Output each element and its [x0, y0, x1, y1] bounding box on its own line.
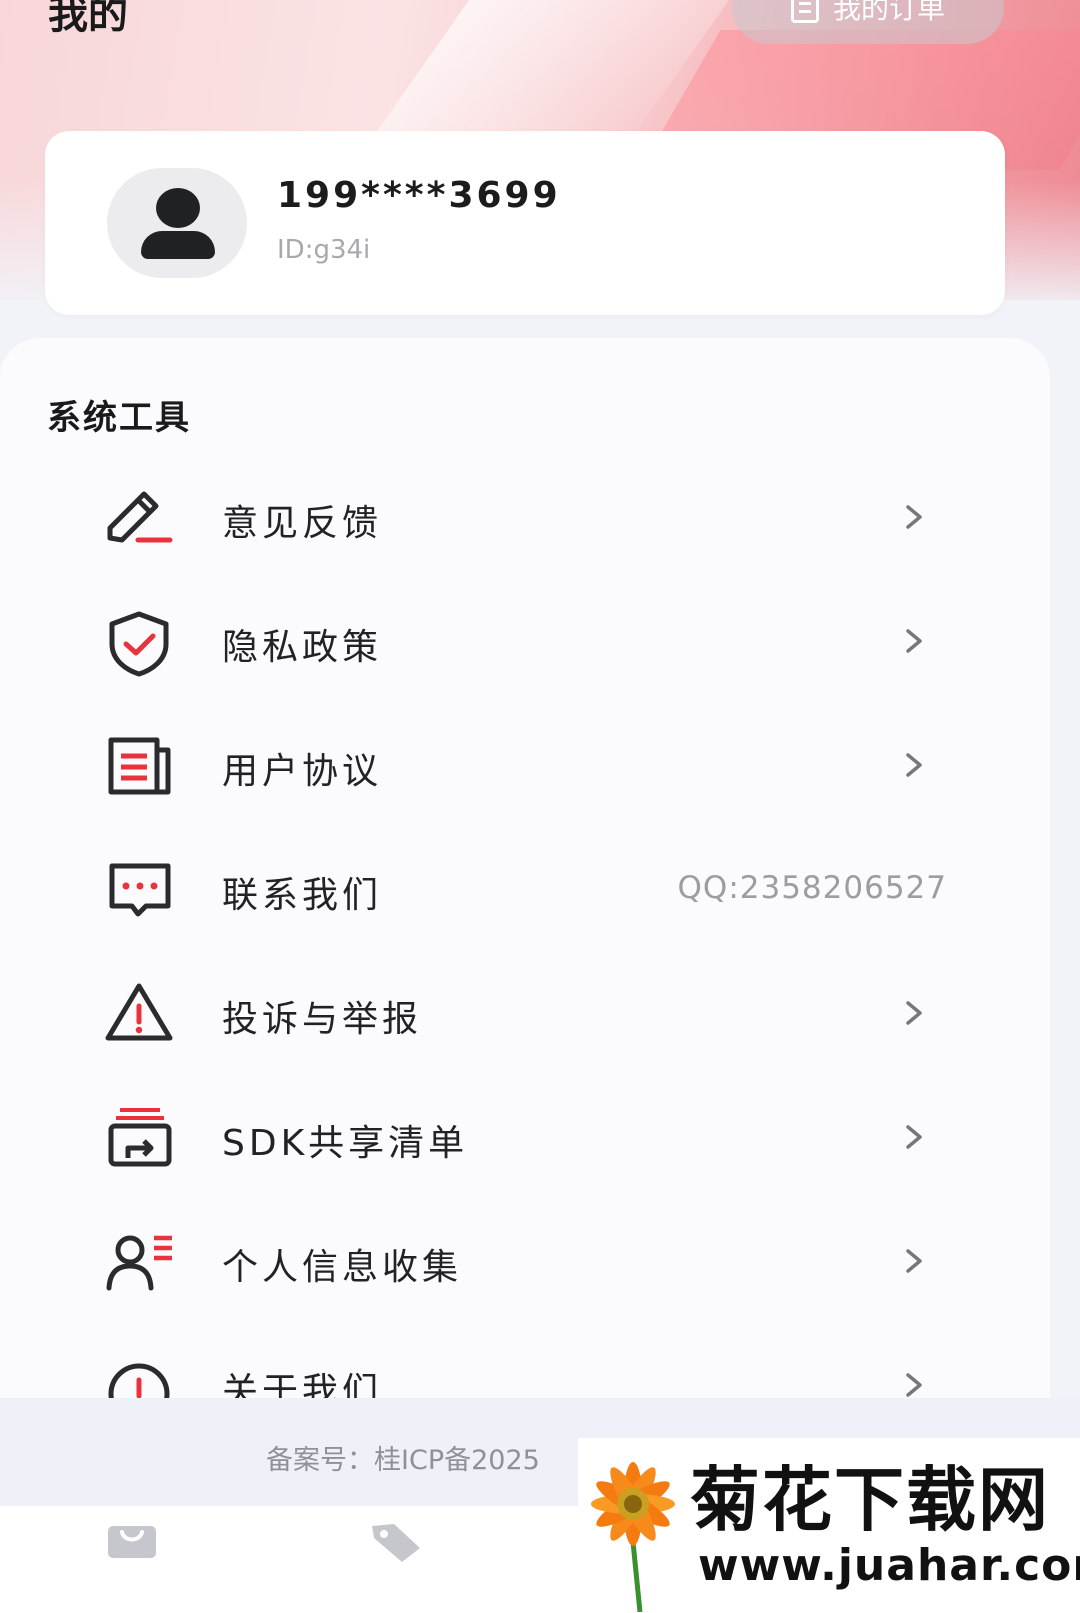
- menu-item-label: SDK共享清单: [222, 1123, 469, 1164]
- menu-item-privacy[interactable]: 隐私政策: [0, 580, 1050, 704]
- order-document-icon: [790, 0, 819, 23]
- menu-item-label: 个人信息收集: [222, 1247, 463, 1288]
- menu-item-label: 隐私政策: [222, 627, 383, 668]
- document-list-icon: [108, 737, 171, 795]
- share-box-icon: [108, 1108, 172, 1167]
- chevron-right-icon: [906, 1249, 922, 1273]
- watermark: 菊花下载网 www.juahar.com: [578, 1438, 1080, 1613]
- menu-item-complaint[interactable]: 投诉与举报: [0, 952, 1050, 1076]
- shopping-bag-icon[interactable]: [106, 1524, 158, 1560]
- user-list-icon: [106, 1235, 172, 1291]
- menu-item-label: 用户协议: [222, 751, 383, 792]
- contact-qq-value: QQ:2358206527: [677, 870, 947, 906]
- watermark-title: 菊花下载网: [690, 1459, 1050, 1541]
- menu-item-label: 意见反馈: [222, 503, 383, 544]
- avatar[interactable]: [107, 168, 247, 278]
- icp-record-text[interactable]: 备案号：桂ICP备2025: [266, 1438, 540, 1477]
- menu-item-user-agreement[interactable]: 用户协议: [0, 704, 1050, 828]
- tag-icon[interactable]: [368, 1520, 424, 1564]
- system-tools-panel: 系统工具 意见反馈 隐私政策 用户协议 联系我们 QQ:2358206527 投…: [0, 338, 1050, 1438]
- flower-logo-icon: [591, 1462, 675, 1612]
- menu-item-label: 联系我们: [222, 875, 383, 916]
- edit-pen-icon: [107, 491, 173, 543]
- chevron-right-icon: [906, 1125, 922, 1149]
- shield-check-icon: [109, 611, 169, 677]
- profile-card[interactable]: 199****3699 ID:g34i: [45, 131, 1005, 315]
- user-id: ID:g34i: [277, 235, 371, 265]
- menu-item-label: 投诉与举报: [222, 999, 423, 1040]
- menu-item-personal-info[interactable]: 个人信息收集: [0, 1200, 1050, 1324]
- chevron-right-icon: [906, 1001, 922, 1025]
- page-title: 我的: [48, 0, 128, 38]
- profile-page: 我的 我的订单 199****3699 ID:g34i 系统工具 意见反馈 隐私…: [0, 0, 1080, 1613]
- warning-triangle-icon: [105, 983, 173, 1041]
- menu-item-sdk-list[interactable]: SDK共享清单: [0, 1076, 1050, 1200]
- chevron-right-icon: [906, 629, 922, 653]
- watermark-url: www.juahar.com: [698, 1540, 1080, 1591]
- my-orders-label: 我的订单: [832, 0, 945, 25]
- user-phone: 199****3699: [277, 175, 561, 216]
- section-title: 系统工具: [47, 398, 191, 438]
- menu-item-feedback[interactable]: 意见反馈: [0, 456, 1050, 580]
- chevron-right-icon: [906, 753, 922, 777]
- menu-item-contact[interactable]: 联系我们 QQ:2358206527: [0, 828, 1050, 952]
- my-orders-button[interactable]: 我的订单: [732, 0, 1004, 44]
- chat-bubble-icon: [109, 863, 171, 917]
- chevron-right-icon: [906, 505, 922, 529]
